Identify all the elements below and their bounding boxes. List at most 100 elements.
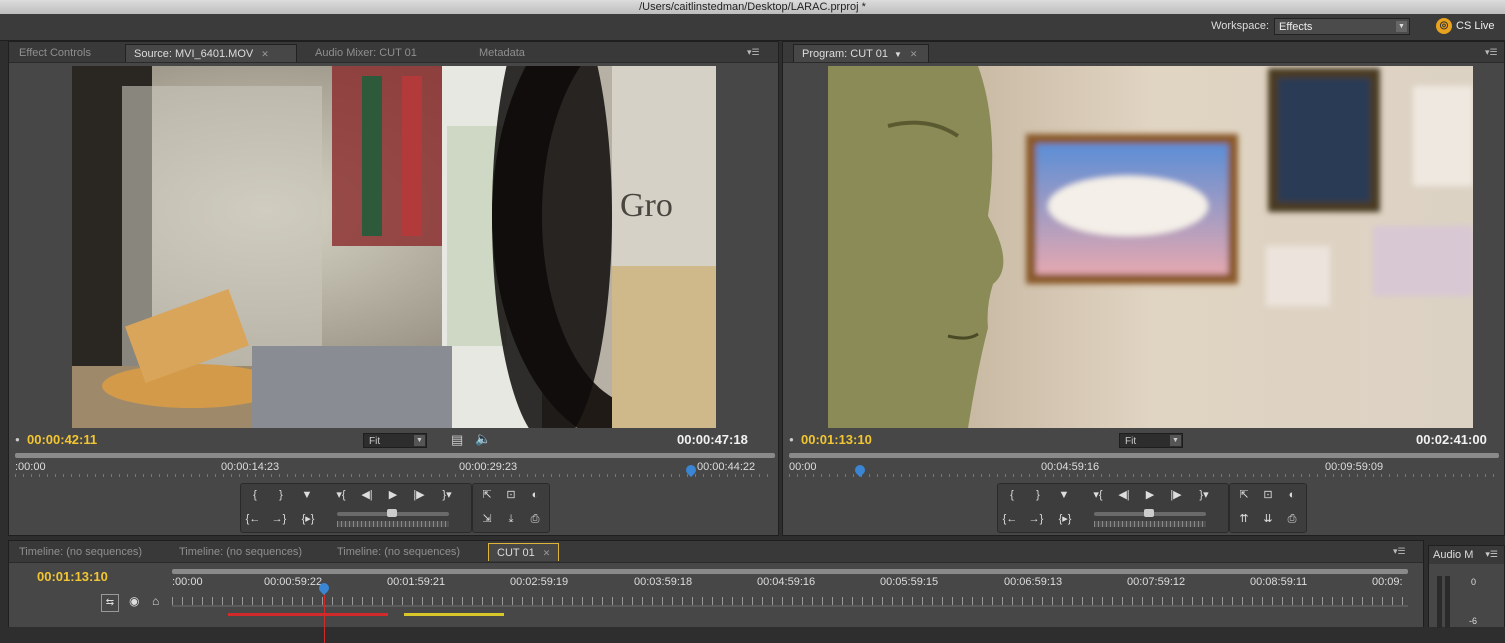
tab-timeline-1[interactable]: Timeline: (no sequences)	[11, 543, 150, 561]
set-marker-button[interactable]: ▼	[1054, 486, 1074, 504]
program-zoom-dropdown[interactable]: Fit ▼	[1119, 433, 1183, 448]
output-button[interactable]: ◐	[1282, 486, 1302, 504]
go-to-next-edit-button[interactable]: }▾	[1194, 486, 1214, 504]
program-current-timecode[interactable]: 00:01:13:10	[801, 432, 872, 447]
tab-program[interactable]: Program: CUT 01 ▼ ✕	[793, 44, 929, 62]
snap-icon[interactable]: ⇆	[101, 594, 119, 612]
jog-wheel[interactable]	[337, 521, 449, 527]
program-zoom-scrollbar[interactable]	[789, 453, 1499, 458]
shuttle-knob[interactable]	[387, 509, 397, 517]
go-to-out-button[interactable]: }▾	[437, 486, 457, 504]
audio-meter-right	[1445, 576, 1450, 628]
window-title-bar: /Users/caitlinstedman/Desktop/LARAC.prpr…	[0, 0, 1505, 14]
audio-meters-panel: Audio M ▾☰ 0 -6	[1428, 545, 1505, 628]
clear-out-button[interactable]: →}	[1026, 510, 1046, 528]
panel-menu-icon[interactable]: ▾☰	[1485, 46, 1499, 58]
workspace-label: Workspace:	[1211, 20, 1269, 32]
set-marker-button[interactable]: ▼	[297, 486, 317, 504]
timeline-current-timecode[interactable]: 00:01:13:10	[37, 569, 108, 584]
workspace-value: Effects	[1279, 21, 1313, 33]
chevron-down-icon: ▼	[1396, 21, 1407, 32]
source-current-timecode[interactable]: 00:00:42:11	[27, 432, 97, 447]
camera-icon[interactable]: ⎙	[1282, 510, 1302, 528]
marker-icon: ●	[789, 435, 794, 444]
shuttle-knob[interactable]	[1144, 509, 1154, 517]
program-edit-controls: ⇱ ⊡ ◐ ⇈ ⇊ ⎙	[1229, 483, 1307, 533]
meter-level-minus6db: -6	[1469, 616, 1478, 626]
source-video-frame[interactable]: Gro	[72, 66, 716, 428]
mark-in-button[interactable]: {	[1002, 486, 1022, 504]
step-forward-button[interactable]: |▶	[409, 486, 429, 504]
timeline-ruler[interactable]: :00:00 00:00:59:22 00:01:59:21 00:02:59:…	[172, 569, 1408, 643]
insert-button[interactable]: ⇱	[477, 486, 497, 504]
go-to-previous-edit-button[interactable]: ▾{	[1088, 486, 1108, 504]
shuttle-slider[interactable]	[337, 509, 449, 517]
mark-in-button[interactable]: {	[245, 486, 265, 504]
clear-out-button[interactable]: →}	[269, 510, 289, 528]
close-icon[interactable]: ✕	[543, 548, 551, 558]
mark-out-button[interactable]: }	[1028, 486, 1048, 504]
lift-button[interactable]: ⇱	[1234, 486, 1254, 504]
program-video-frame[interactable]	[828, 66, 1473, 428]
output-button[interactable]: ◐	[525, 486, 545, 504]
step-forward-button[interactable]: |▶	[1166, 486, 1186, 504]
program-duration-timecode: 00:02:41:00	[1416, 432, 1487, 447]
tab-timeline-3[interactable]: Timeline: (no sequences)	[329, 543, 468, 561]
program-monitor-panel: Program: CUT 01 ▼ ✕ ▾☰ ● 00:01:13:10 Fit…	[782, 41, 1505, 536]
program-transport-controls: { } ▼ ▾{ ◀| ▶ |▶ }▾ {← →} {▸}	[997, 483, 1229, 533]
workspace-dropdown[interactable]: Effects ▼	[1274, 18, 1410, 35]
close-icon[interactable]: ✕	[910, 49, 918, 59]
play-in-to-out-button[interactable]: {▸}	[295, 510, 321, 528]
timeline-zoom-scrollbar[interactable]	[172, 569, 1408, 574]
program-panel-tabs: Program: CUT 01 ▼ ✕ ▾☰	[783, 42, 1504, 63]
camera-icon[interactable]: ⎙	[525, 510, 545, 528]
extract-button[interactable]: ⇊	[1258, 510, 1278, 528]
source-duration-timecode: 00:00:47:18	[677, 432, 748, 447]
workspace-bar: Workspace: Effects ▼ ◎ CS Live	[0, 14, 1505, 41]
step-back-button[interactable]: ◀|	[357, 486, 377, 504]
panel-menu-icon[interactable]: ▾☰	[747, 46, 761, 58]
step-back-button[interactable]: ◀|	[1114, 486, 1134, 504]
close-icon[interactable]: ✕	[261, 49, 269, 59]
play-button[interactable]: ▶	[1140, 486, 1160, 504]
shuttle-slider[interactable]	[1094, 509, 1206, 517]
safe-margins-button[interactable]: ⊡	[1258, 486, 1278, 504]
mark-out-button[interactable]: }	[271, 486, 291, 504]
export-button[interactable]: ⤓	[501, 510, 521, 528]
safe-margins-button[interactable]: ⊡	[501, 486, 521, 504]
tab-effect-controls[interactable]: Effect Controls	[11, 44, 99, 62]
source-ruler-ticks	[15, 474, 775, 477]
clear-in-button[interactable]: {←	[1000, 510, 1020, 528]
home-icon[interactable]: ⌂	[152, 594, 159, 608]
panel-menu-icon[interactable]: ▾☰	[1485, 549, 1498, 560]
chevron-down-icon: ▼	[414, 435, 425, 446]
render-partial-bar	[404, 613, 504, 616]
play-button[interactable]: ▶	[383, 486, 403, 504]
chevron-down-icon[interactable]: ▼	[894, 50, 902, 59]
audio-only-icon[interactable]: 🔈	[475, 431, 491, 447]
timeline-panel: Timeline: (no sequences) Timeline: (no s…	[8, 540, 1424, 643]
marker-pin-icon[interactable]: ◉	[129, 594, 139, 608]
timeline-work-area-bar[interactable]	[172, 605, 1408, 607]
source-time-ruler[interactable]: :00:00 00:00:14:23 00:00:29:23 00:00:44:…	[15, 453, 775, 477]
timeline-tabs: Timeline: (no sequences) Timeline: (no s…	[9, 541, 1423, 563]
tab-timeline-2[interactable]: Timeline: (no sequences)	[171, 543, 310, 561]
trim-button[interactable]: ⇈	[1234, 510, 1254, 528]
play-in-to-out-button[interactable]: {▸}	[1052, 510, 1078, 528]
timeline-ruler-ticks	[172, 597, 1408, 605]
cs-live-icon: ◎	[1436, 18, 1452, 34]
tab-audio-mixer[interactable]: Audio Mixer: CUT 01	[307, 44, 425, 62]
overlay-button[interactable]: ⇲	[477, 510, 497, 528]
jog-wheel[interactable]	[1094, 521, 1206, 527]
program-time-ruler[interactable]: 00:00 00:04:59:16 00:09:59:09	[789, 453, 1499, 477]
tab-source[interactable]: Source: MVI_6401.MOV ✕	[125, 44, 297, 62]
video-only-icon[interactable]: ▤	[451, 432, 463, 448]
cs-live-button[interactable]: ◎ CS Live	[1436, 18, 1495, 34]
tab-metadata[interactable]: Metadata	[471, 44, 533, 62]
tab-cut-01[interactable]: CUT 01 ✕	[488, 543, 560, 561]
source-zoom-dropdown[interactable]: Fit ▼	[363, 433, 427, 448]
source-zoom-scrollbar[interactable]	[15, 453, 775, 458]
panel-menu-icon[interactable]: ▾☰	[1393, 545, 1407, 557]
clear-in-button[interactable]: {←	[243, 510, 263, 528]
go-to-in-button[interactable]: ▾{	[331, 486, 351, 504]
